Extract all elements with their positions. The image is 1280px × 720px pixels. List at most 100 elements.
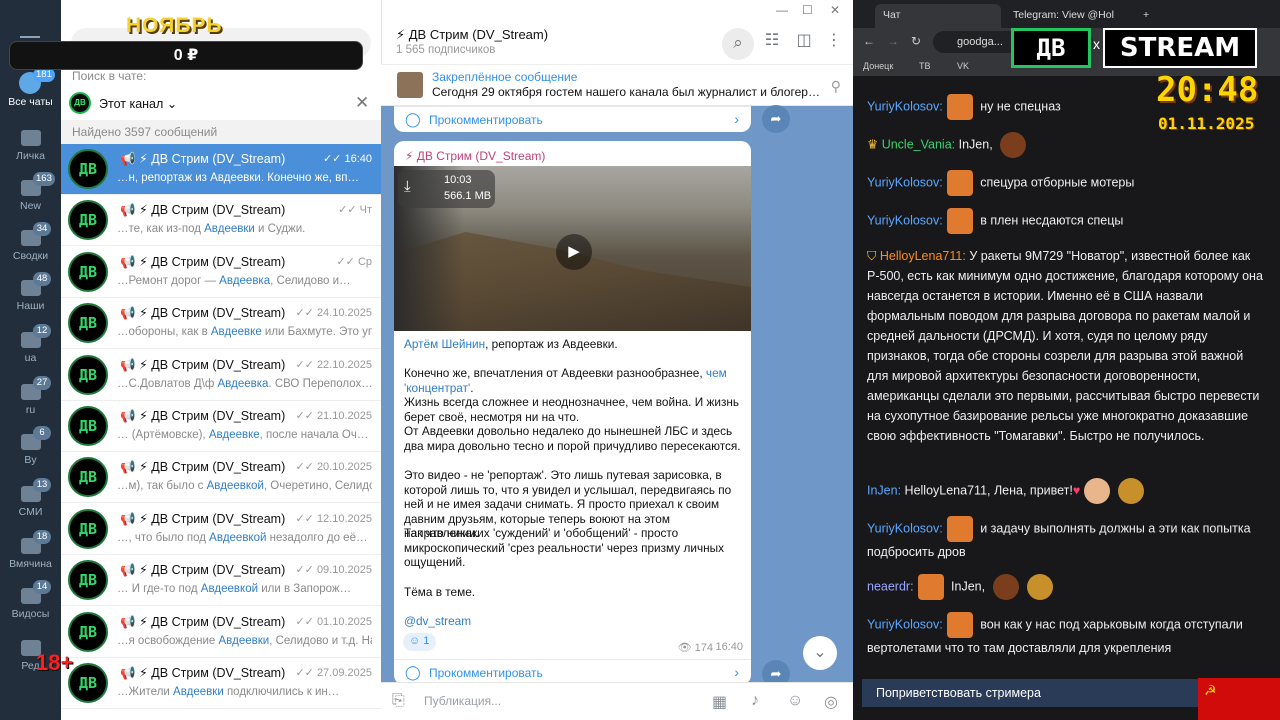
read-check-icon: ✓✓ — [336, 255, 358, 268]
bookmark-3[interactable]: VK — [957, 61, 969, 71]
chat-username[interactable]: YuriyKolosov: — [867, 213, 943, 227]
reaction-badge[interactable]: ☺ 1 — [403, 633, 436, 651]
post-lead: Артём Шейнин, репортаж из Авдеевки. — [404, 337, 741, 352]
unread-badge: 6 — [33, 426, 51, 440]
result-snippet: …Ремонт дорог — Авдеевка, Селидово и… — [117, 274, 351, 287]
camera-icon[interactable]: ◎ — [824, 692, 838, 712]
chat-username[interactable]: InJen: — [867, 483, 901, 497]
back-icon[interactable]: ← — [863, 34, 875, 48]
read-check-icon: ✓✓ — [295, 512, 317, 525]
pin-list-icon[interactable]: ⚲ — [831, 78, 841, 95]
result-snippet: … (Артёмовске), Авдеевке, после начала О… — [117, 429, 369, 441]
result-date: ✓✓ 21.10.2025 — [295, 410, 372, 422]
close-window-icon[interactable]: ✕ — [830, 3, 840, 17]
chat-message: InJen: HelloyLena711, Лена, привет!♥ — [867, 478, 1267, 504]
pinned-message[interactable]: Закреплённое сообщение Сегодня 29 октябр… — [381, 64, 853, 106]
search-result[interactable]: ДВ 📢 ⚡ ДВ Стрим (DV_Stream) ✓✓ 16:40 …н, ре… — [61, 144, 381, 195]
new-tab-button[interactable]: + — [1135, 4, 1155, 28]
chat-username[interactable]: neaerdr: — [867, 579, 914, 593]
search-result[interactable]: ДВ 📢 ⚡ ДВ Стрим (DV_Stream) ✓✓ 09.10.2025 …… — [61, 555, 381, 607]
folder-5[interactable]: ua 12 — [0, 324, 61, 376]
folder-label: Личка — [16, 150, 45, 162]
forward-icon[interactable]: → — [887, 34, 899, 48]
search-scope-label[interactable]: Этот канал ⌄ — [99, 96, 177, 111]
bell-icon[interactable]: ♪ — [751, 692, 759, 710]
share-button[interactable]: ➦ — [762, 105, 790, 133]
result-name: 📢 ⚡ ДВ Стрим (DV_Stream) — [120, 614, 286, 629]
minimize-icon[interactable]: — — [776, 3, 788, 17]
folder-2[interactable]: New 163 — [0, 172, 61, 224]
search-results-panel: Поиск в чате: ДВ Этот канал ⌄ ✕ Найдено … — [61, 0, 381, 720]
search-result[interactable]: ДВ 📢 ⚡ ДВ Стрим (DV_Stream) ✓✓ 22.10.2025 …… — [61, 349, 381, 401]
chat-username[interactable]: YuriyKolosov: — [867, 99, 943, 113]
bookmark-2[interactable]: ТВ — [919, 61, 931, 71]
post-tag-link[interactable]: @dv_stream — [404, 614, 471, 628]
folder-4[interactable]: Наши 48 — [0, 272, 61, 324]
post-time: 16:40 — [715, 641, 743, 653]
chat-message: ♛ Uncle_Vania: InJen, — [867, 132, 1267, 158]
channel-title[interactable]: ⚡ ДВ Стрим (DV_Stream) — [396, 27, 548, 43]
channel-avatar: ДВ — [68, 303, 108, 344]
search-scope-row[interactable]: ДВ Этот канал ⌄ ✕ — [61, 90, 381, 118]
close-icon[interactable]: ✕ — [355, 93, 369, 113]
author-link[interactable]: Артём Шейнин — [404, 337, 485, 351]
search-result[interactable]: ДВ 📢 ⚡ ДВ Стрим (DV_Stream) ✓✓ 12.10.2025 …… — [61, 503, 381, 555]
folder-8[interactable]: СМИ 13 — [0, 478, 61, 530]
search-result[interactable]: ДВ 📢 ⚡ ДВ Стрим (DV_Stream) ✓✓ Чт …те, как … — [61, 195, 381, 247]
search-result[interactable]: ДВ 📢 ⚡ ДВ Стрим (DV_Stream) ✓✓ 20.10.2025 …… — [61, 452, 381, 504]
folder-10[interactable]: Видосы 14 — [0, 580, 61, 632]
search-result[interactable]: ДВ 📢 ⚡ ДВ Стрим (DV_Stream) ✓✓ 01.10.2025 …… — [61, 606, 381, 658]
search-result[interactable]: ДВ 📢 ⚡ ДВ Стрим (DV_Stream) ✓✓ 24.10.2025 …… — [61, 298, 381, 350]
unread-badge: 12 — [33, 324, 51, 338]
emote-icon — [917, 574, 944, 600]
scroll-down-button[interactable]: ⌄ — [803, 636, 837, 670]
unread-badge: 34 — [33, 222, 51, 236]
reload-icon[interactable]: ↻ — [911, 34, 921, 48]
folder-label: By — [24, 454, 37, 466]
search-result[interactable]: ДВ 📢 ⚡ ДВ Стрим (DV_Stream) ✓✓ 21.10.2025 …… — [61, 401, 381, 452]
post-author[interactable]: ⚡ ДВ Стрим (DV_Stream) — [405, 149, 545, 163]
channel-avatar: ДВ — [69, 92, 91, 114]
beaver-emote-icon — [1000, 132, 1027, 158]
folder-0[interactable]: Все чаты 181 — [0, 68, 61, 120]
logo-x: x — [1093, 36, 1100, 52]
bookmark-1[interactable]: Донецк — [863, 61, 893, 71]
browser-window: Чат Telegram: View @Hol + ← → ↻ goodga..… — [853, 0, 1280, 720]
chat-message: YuriyKolosov: вон как у нас под харьковы… — [867, 612, 1267, 658]
composer-input[interactable]: Публикация... — [424, 694, 501, 708]
video-preview[interactable]: ⤓ 10:03 566.1 MB ▶ — [394, 166, 751, 331]
chat-username[interactable]: HelloyLena711: — [880, 249, 966, 263]
folder-3[interactable]: Сводки 34 — [0, 222, 61, 274]
folder-6[interactable]: ru 27 — [0, 376, 61, 428]
search-result[interactable]: ДВ 📢 ⚡ ДВ Стрим (DV_Stream) ✓✓ Ср …Ремонт д… — [61, 246, 381, 298]
result-date: ✓✓ Чт — [338, 204, 372, 217]
hammer-sickle-icon: ☭ — [1204, 682, 1217, 698]
sidebar-toggle-icon[interactable]: ◫ — [793, 30, 815, 52]
chat-username[interactable]: Uncle_Vania: — [882, 137, 955, 151]
play-icon[interactable]: ▶ — [556, 234, 592, 270]
chat-username[interactable]: YuriyKolosov: — [867, 175, 943, 189]
video-meta[interactable]: ⤓ 10:03 566.1 MB — [398, 170, 495, 208]
search-result[interactable]: ДВ 📢 ⚡ ДВ Стрим (DV_Stream) ✓✓ 27.09.2025 …… — [61, 658, 381, 709]
tab-chat[interactable]: Чат — [875, 4, 1001, 28]
folder-label: Видосы — [11, 608, 50, 620]
result-date: ✓✓ Ср — [336, 255, 372, 268]
more-icon[interactable]: ⋮ — [823, 30, 845, 52]
tab-telegram[interactable]: Telegram: View @Hol — [1005, 4, 1133, 28]
chat-text: InJen, — [958, 137, 993, 152]
attach-icon[interactable]: ⎘ — [392, 692, 405, 710]
chat-username[interactable]: YuriyKolosov: — [867, 521, 943, 535]
cat-emote-icon — [1026, 574, 1053, 600]
maximize-icon[interactable]: ☐ — [802, 3, 813, 17]
schedule-icon[interactable]: ▦ — [712, 692, 727, 712]
chat-username[interactable]: YuriyKolosov: — [867, 617, 943, 631]
search-icon[interactable]: ⌕ — [722, 28, 754, 60]
folder-1[interactable]: Личка — [0, 124, 61, 174]
comment-button[interactable]: ◯ Прокомментировать › — [394, 106, 751, 132]
stream-chat-messages: YuriyKolosov: ну не спецназ ♛ Uncle_Vania… — [853, 86, 1280, 678]
emoji-icon[interactable]: ☺ — [787, 692, 803, 710]
download-icon[interactable]: ⤓ — [404, 178, 411, 195]
folder-7[interactable]: By 6 — [0, 426, 61, 478]
folder-9[interactable]: Вмячина 18 — [0, 530, 61, 582]
stream-icon[interactable]: ☷ — [761, 30, 783, 52]
